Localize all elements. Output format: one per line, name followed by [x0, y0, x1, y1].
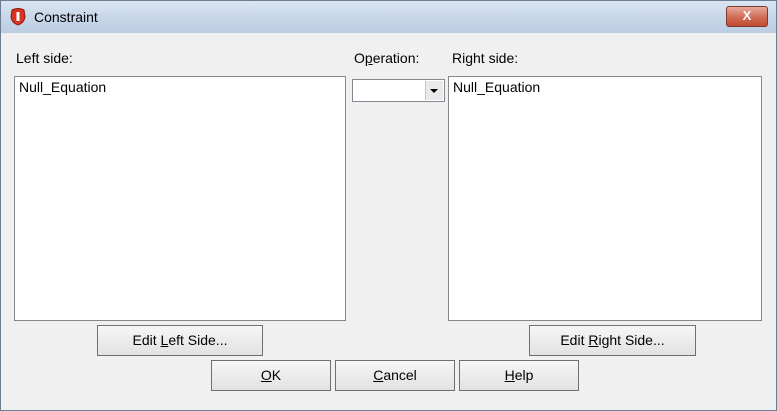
edit-left-side-button[interactable]: Edit Left Side...: [97, 325, 263, 356]
close-button[interactable]: X: [726, 6, 768, 27]
window-title: Constraint: [34, 9, 98, 25]
app-icon: [10, 8, 26, 26]
operation-dropdown-button[interactable]: [425, 81, 443, 100]
dialog-body: Left side: Null_Equation Operation: Righ…: [1, 33, 776, 410]
right-side-item[interactable]: Null_Equation: [453, 79, 540, 95]
title-bar[interactable]: Constraint X: [1, 1, 776, 33]
chevron-down-icon: [430, 89, 438, 93]
operation-select[interactable]: [352, 79, 445, 102]
right-side-label: Right side:: [452, 50, 519, 66]
left-side-list[interactable]: Null_Equation: [14, 76, 346, 321]
operation-label: Operation:: [354, 50, 420, 66]
help-button[interactable]: Help: [459, 360, 579, 391]
edit-right-side-button[interactable]: Edit Right Side...: [529, 325, 696, 356]
close-icon: X: [742, 8, 752, 23]
cancel-button[interactable]: Cancel: [335, 360, 455, 391]
left-side-item[interactable]: Null_Equation: [19, 79, 106, 95]
constraint-dialog: Constraint X Left side: Null_Equation Op…: [0, 0, 777, 411]
ok-button[interactable]: OK: [211, 360, 331, 391]
left-side-label: Left side:: [16, 50, 73, 66]
right-side-list[interactable]: Null_Equation: [448, 76, 762, 321]
